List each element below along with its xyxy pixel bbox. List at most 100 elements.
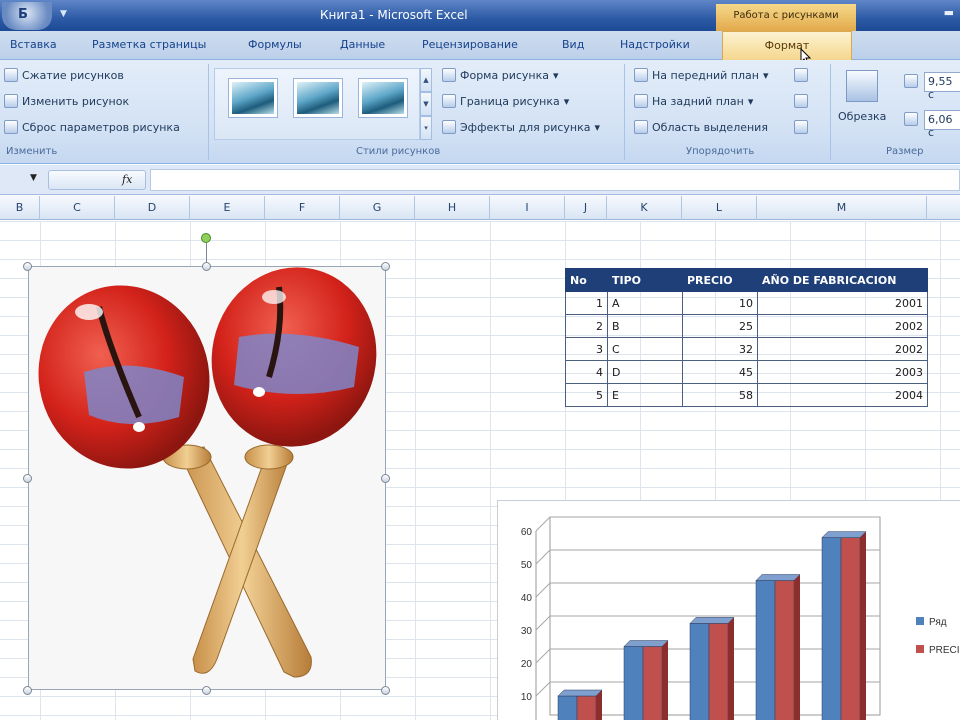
- compress-pictures-button[interactable]: Сжатие рисунков: [4, 68, 124, 82]
- column-header[interactable]: J: [565, 196, 607, 220]
- quick-access-dropdown-icon[interactable]: ▼: [60, 9, 67, 19]
- gallery-scroll-up-icon[interactable]: ▲: [420, 68, 432, 92]
- bar-chart[interactable]: 10 20 30 40 50 60 Ряд PRECIO: [497, 500, 960, 720]
- picture-effects-button[interactable]: Эффекты для рисунка ▾: [442, 120, 600, 134]
- table-cell[interactable]: 45: [682, 360, 758, 384]
- window-controls-icon[interactable]: ▬: [944, 6, 954, 19]
- maracas-image: [38, 267, 377, 678]
- align-icon: [794, 68, 808, 82]
- table-cell[interactable]: 32: [682, 337, 758, 361]
- height-input[interactable]: 9,55 с: [924, 72, 960, 101]
- resize-handle[interactable]: [381, 686, 390, 695]
- legend-label: PRECIO: [929, 645, 960, 656]
- table-header-cell[interactable]: AÑO DE FABRICACION: [757, 268, 928, 292]
- legend-swatch: [916, 617, 924, 625]
- tab-review[interactable]: Рецензирование: [422, 38, 518, 51]
- bar-top-face: [755, 574, 801, 581]
- tab-insert[interactable]: Вставка: [10, 38, 57, 51]
- table-cell[interactable]: 2: [565, 314, 608, 338]
- table-cell[interactable]: C: [607, 337, 683, 361]
- name-box-dropdown-icon[interactable]: ▼: [30, 173, 37, 183]
- crop-icon[interactable]: [846, 70, 878, 102]
- rotate-handle[interactable]: [201, 233, 211, 243]
- resize-handle[interactable]: [23, 262, 32, 271]
- group-label-adjust: Изменить: [6, 146, 58, 157]
- column-header[interactable]: K: [607, 196, 682, 220]
- formula-input[interactable]: [150, 169, 960, 191]
- table-cell[interactable]: 2002: [757, 314, 928, 338]
- office-button[interactable]: Б: [2, 2, 52, 30]
- gallery-scroll-down-icon[interactable]: ▼: [420, 92, 432, 116]
- table-cell[interactable]: 2004: [757, 383, 928, 407]
- maracas-picture[interactable]: [28, 266, 386, 690]
- change-picture-button[interactable]: Изменить рисунок: [4, 94, 129, 108]
- table-header-cell[interactable]: TIPO: [607, 268, 683, 292]
- table-cell[interactable]: D: [607, 360, 683, 384]
- column-header[interactable]: H: [415, 196, 490, 220]
- send-to-back-button[interactable]: На задний план ▾: [634, 94, 753, 108]
- bar-series2: [840, 537, 861, 720]
- picture-border-label: Граница рисунка: [460, 94, 560, 108]
- table-cell[interactable]: 58: [682, 383, 758, 407]
- bring-to-front-label: На передний план: [652, 68, 759, 82]
- table-cell[interactable]: E: [607, 383, 683, 407]
- legend-label: Ряд: [929, 617, 947, 628]
- picture-style-thumb[interactable]: [228, 78, 278, 118]
- picture-style-thumb[interactable]: [293, 78, 343, 118]
- picture-border-button[interactable]: Граница рисунка ▾: [442, 94, 569, 108]
- resize-handle[interactable]: [23, 474, 32, 483]
- align-button[interactable]: [794, 68, 808, 82]
- table-cell[interactable]: 2003: [757, 360, 928, 384]
- table-header-cell[interactable]: No: [565, 268, 608, 292]
- resize-handle[interactable]: [202, 262, 211, 271]
- selection-pane-button[interactable]: Область выделения: [634, 120, 768, 134]
- table-cell[interactable]: 3: [565, 337, 608, 361]
- insert-function-icon[interactable]: fx: [122, 173, 132, 186]
- column-header[interactable]: M: [757, 196, 927, 220]
- column-headers: B C D E F G H I J K L M: [0, 196, 960, 220]
- column-header[interactable]: [927, 196, 960, 220]
- gallery-more-icon[interactable]: ▾: [420, 116, 432, 140]
- table-row: 1 A 10 2001: [565, 291, 928, 315]
- send-to-back-icon: [634, 94, 648, 108]
- picture-shape-button[interactable]: Форма рисунка ▾: [442, 68, 559, 82]
- table-cell[interactable]: 4: [565, 360, 608, 384]
- table-cell[interactable]: 10: [682, 291, 758, 315]
- table-row: 2 B 25 2002: [565, 314, 928, 338]
- selection-pane-icon: [634, 120, 648, 134]
- bring-to-front-button[interactable]: На передний план ▾: [634, 68, 769, 82]
- tab-format[interactable]: Формат: [722, 31, 852, 61]
- picture-style-thumb[interactable]: [358, 78, 408, 118]
- table-cell[interactable]: 2001: [757, 291, 928, 315]
- column-header[interactable]: C: [40, 196, 115, 220]
- width-input[interactable]: 6,06 с: [924, 110, 960, 139]
- resize-handle[interactable]: [23, 686, 32, 695]
- reset-picture-button[interactable]: Сброс параметров рисунка: [4, 120, 180, 134]
- resize-handle[interactable]: [202, 686, 211, 695]
- table-cell[interactable]: 5: [565, 383, 608, 407]
- table-cell[interactable]: 1: [565, 291, 608, 315]
- column-header[interactable]: E: [190, 196, 265, 220]
- table-cell[interactable]: 25: [682, 314, 758, 338]
- column-header[interactable]: F: [265, 196, 340, 220]
- resize-handle[interactable]: [381, 474, 390, 483]
- table-cell[interactable]: 2002: [757, 337, 928, 361]
- dropdown-arrow-icon: ▾: [552, 68, 559, 82]
- tab-view[interactable]: Вид: [562, 38, 584, 51]
- tab-formulas[interactable]: Формулы: [248, 38, 302, 51]
- tab-data[interactable]: Данные: [340, 38, 385, 51]
- table-header-cell[interactable]: PRECIO: [682, 268, 758, 292]
- group-button[interactable]: [794, 94, 808, 108]
- column-header[interactable]: L: [682, 196, 757, 220]
- rotate-button[interactable]: [794, 120, 808, 134]
- column-header[interactable]: G: [340, 196, 415, 220]
- crop-button-label[interactable]: Обрезка: [838, 110, 886, 123]
- tab-addins[interactable]: Надстройки: [620, 38, 690, 51]
- tab-page-layout[interactable]: Разметка страницы: [92, 38, 206, 51]
- table-cell[interactable]: A: [607, 291, 683, 315]
- resize-handle[interactable]: [381, 262, 390, 271]
- column-header[interactable]: I: [490, 196, 565, 220]
- column-header[interactable]: B: [0, 196, 40, 220]
- column-header[interactable]: D: [115, 196, 190, 220]
- table-cell[interactable]: B: [607, 314, 683, 338]
